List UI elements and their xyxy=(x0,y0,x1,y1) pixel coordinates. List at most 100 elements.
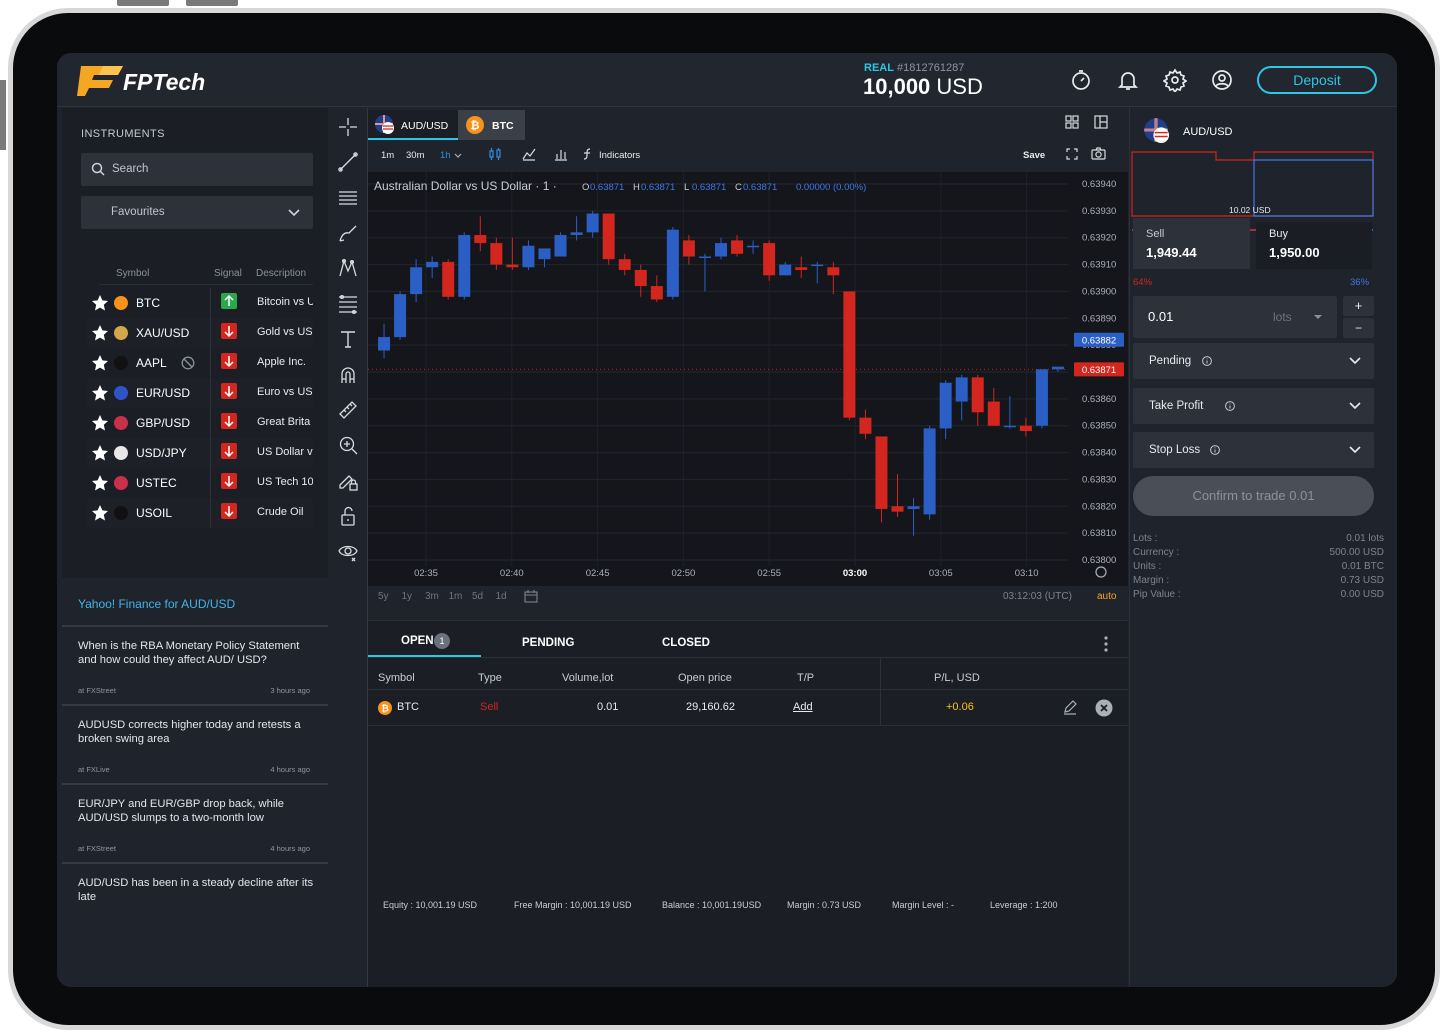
candles-icon[interactable] xyxy=(488,147,502,161)
instrument-row[interactable]: USOIL Crude Oil xyxy=(87,498,313,528)
favourite-star-icon[interactable] xyxy=(91,354,109,372)
gear-icon[interactable] xyxy=(1163,68,1187,92)
candle-body xyxy=(731,240,744,254)
zoom-in-icon[interactable] xyxy=(337,434,359,456)
favourite-star-icon[interactable] xyxy=(91,294,109,312)
buy-button[interactable]: Buy 1,950.00 xyxy=(1256,222,1372,269)
eye-icon[interactable] xyxy=(337,540,359,562)
timer-icon[interactable] xyxy=(1069,68,1093,92)
news-item[interactable]: AUD/USD has been in a steady decline aft… xyxy=(62,862,328,932)
range-button-5y[interactable]: 5y xyxy=(378,591,389,602)
range-button-1d[interactable]: 1d xyxy=(496,591,507,602)
col-pl: P/L, USD xyxy=(934,672,980,684)
indicators-button[interactable]: Indicators xyxy=(599,150,640,161)
instrument-row[interactable]: USTEC US Tech 10 xyxy=(87,468,313,498)
interval-30m[interactable]: 30m xyxy=(406,150,424,161)
instrument-row[interactable]: GBP/USD Great Brita xyxy=(87,408,313,438)
tab-closed[interactable]: CLOSED xyxy=(662,637,710,649)
instrument-row[interactable]: USD/JPY US Dollar v xyxy=(87,438,313,468)
save-button[interactable]: Save xyxy=(1023,150,1045,161)
news-source: at FXLive xyxy=(78,765,110,774)
info-icon[interactable] xyxy=(1202,356,1212,366)
bar-chart-icon[interactable] xyxy=(554,147,568,161)
divider xyxy=(210,288,211,318)
bell-icon[interactable] xyxy=(1116,68,1140,92)
favourite-star-icon[interactable] xyxy=(91,504,109,522)
favourite-star-icon[interactable] xyxy=(91,324,109,342)
favourite-star-icon[interactable] xyxy=(91,444,109,462)
brush-icon[interactable] xyxy=(337,222,359,244)
pending-dropdown[interactable]: Pending xyxy=(1133,343,1374,379)
fib-retracement-icon[interactable] xyxy=(337,293,359,315)
tab-aud-usd[interactable]: AUD/USD xyxy=(368,110,458,140)
magnet-icon[interactable] xyxy=(337,364,359,386)
trend-line-icon[interactable] xyxy=(337,151,359,173)
instrument-row[interactable]: XAU/USD Gold vs US xyxy=(87,318,313,348)
news-title[interactable]: Yahoo! Finance for AUD/USD xyxy=(78,597,235,611)
pattern-icon[interactable] xyxy=(337,257,359,279)
stop-loss-dropdown[interactable]: Stop Loss xyxy=(1133,432,1374,468)
tab-label: AUD/USD xyxy=(401,120,449,132)
more-options-icon[interactable] xyxy=(1102,635,1110,653)
calendar-icon[interactable] xyxy=(524,589,538,603)
tab-pending[interactable]: PENDING xyxy=(522,637,574,649)
position-row[interactable]: ₿ BTC Sell 0.01 29,160.62 Add +0.06 xyxy=(368,690,1128,725)
instrument-row[interactable]: EUR/USD Euro vs US xyxy=(87,378,313,408)
news-item[interactable]: AUDUSD corrects higher today and retests… xyxy=(62,704,328,782)
crosshair-icon[interactable] xyxy=(337,116,359,138)
col-symbol: Symbol xyxy=(378,672,415,684)
range-button-3m[interactable]: 3m xyxy=(425,591,439,602)
candle-body xyxy=(474,235,487,244)
unlock-icon[interactable] xyxy=(337,505,359,527)
news-item[interactable]: When is the RBA Monetary Policy Statemen… xyxy=(62,625,328,703)
add-tp-link[interactable]: Add xyxy=(793,701,813,713)
range-button-1y[interactable]: 1y xyxy=(402,591,413,602)
function-icon[interactable] xyxy=(581,147,595,161)
grid-layout-icon[interactable] xyxy=(1065,115,1079,129)
favourite-star-icon[interactable] xyxy=(91,474,109,492)
compare-icon[interactable] xyxy=(522,147,536,161)
range-button-1m[interactable]: 1m xyxy=(449,591,463,602)
camera-icon[interactable] xyxy=(1091,147,1106,161)
favourite-star-icon[interactable] xyxy=(91,414,109,432)
tab-open[interactable]: OPEN 1 xyxy=(368,621,481,657)
favourites-select[interactable]: Favourites xyxy=(81,196,313,229)
news-item[interactable]: EUR/JPY and EUR/GBP drop back, while AUD… xyxy=(62,783,328,861)
user-profile-icon[interactable] xyxy=(1210,68,1234,92)
info-icon[interactable] xyxy=(1225,401,1235,411)
volume-input[interactable]: 0.01 lots xyxy=(1133,296,1337,338)
search-input[interactable]: Search xyxy=(81,153,313,186)
price-label: 0.63871 xyxy=(1082,365,1116,376)
horizontal-lines-icon[interactable] xyxy=(337,187,359,209)
split-layout-icon[interactable] xyxy=(1094,115,1108,129)
y-tick-label: 0.63890 xyxy=(1082,313,1116,324)
x-tick-label: 02:55 xyxy=(757,568,781,579)
pencil-lock-icon[interactable] xyxy=(337,470,359,492)
take-profit-dropdown[interactable]: Take Profit xyxy=(1133,388,1374,424)
edit-icon[interactable] xyxy=(1062,699,1078,715)
text-icon[interactable] xyxy=(337,328,359,350)
chevron-down-icon[interactable] xyxy=(454,152,462,160)
sell-button[interactable]: Sell 1,949.44 xyxy=(1133,218,1250,269)
interval-1h[interactable]: 1h xyxy=(440,150,451,161)
auto-scale-button[interactable]: auto xyxy=(1097,591,1116,602)
decrease-volume-button[interactable]: − xyxy=(1343,318,1374,338)
instrument-row[interactable]: BTC Bitcoin vs U xyxy=(87,288,313,318)
candlestick-chart[interactable]: 0.63940 0.63930 0.63920 0.63910 0.63900 0.638… xyxy=(368,172,1128,608)
deposit-button[interactable]: Deposit xyxy=(1257,66,1377,94)
tab-btc[interactable]: ₿ BTC xyxy=(458,110,525,140)
ruler-icon[interactable] xyxy=(337,399,359,421)
close-position-icon[interactable] xyxy=(1095,699,1113,717)
divider xyxy=(210,468,211,498)
instrument-row[interactable]: AAPL Apple Inc. xyxy=(87,348,313,378)
interval-1m[interactable]: 1m xyxy=(381,150,394,161)
favourite-star-icon[interactable] xyxy=(91,384,109,402)
increase-volume-button[interactable]: + xyxy=(1343,296,1374,316)
info-icon[interactable] xyxy=(1210,445,1220,455)
free-margin-summary: Free Margin : 10,001.19 USD xyxy=(514,900,632,910)
confirm-trade-button[interactable]: Confirm to trade 0.01 xyxy=(1133,476,1374,516)
caret-down-icon[interactable] xyxy=(1313,314,1323,320)
fullscreen-icon[interactable] xyxy=(1066,148,1078,160)
divider xyxy=(210,348,211,378)
range-button-5d[interactable]: 5d xyxy=(472,591,483,602)
